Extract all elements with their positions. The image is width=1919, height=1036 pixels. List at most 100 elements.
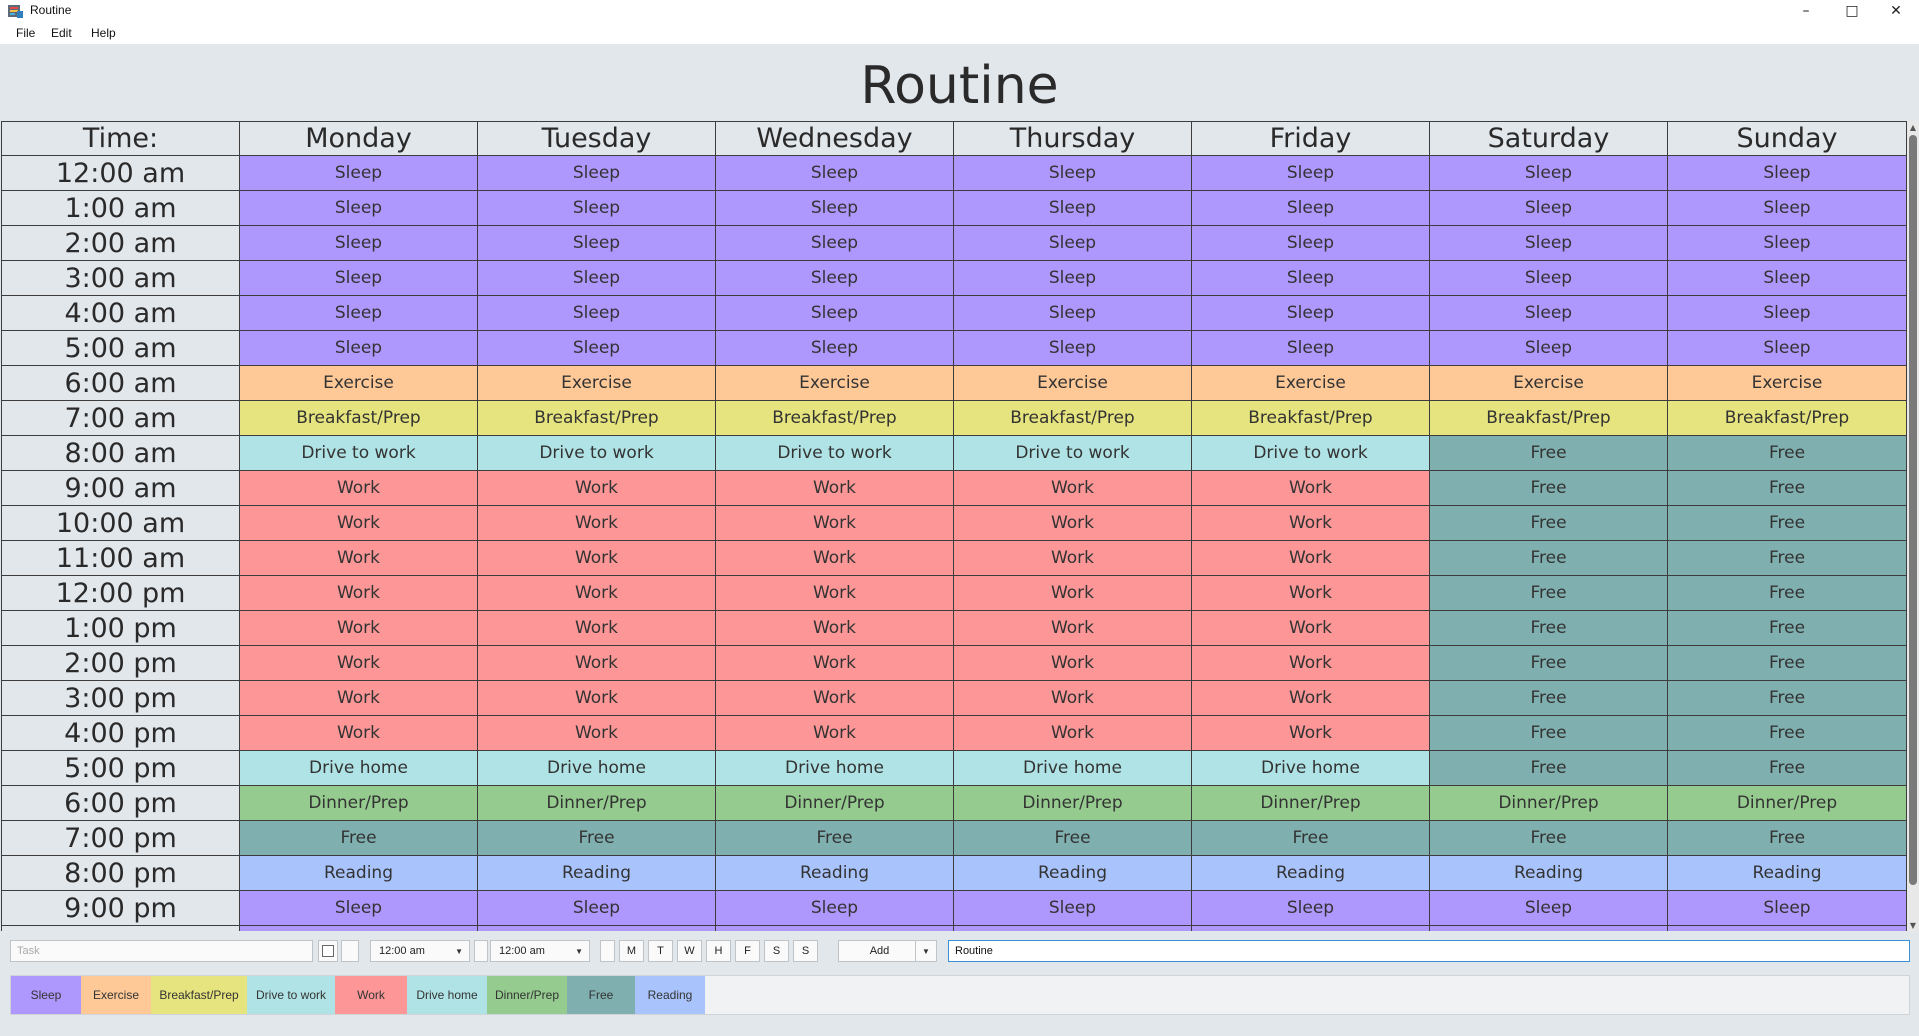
schedule-cell-partial[interactable]	[716, 926, 954, 931]
schedule-cell[interactable]: Sleep	[1430, 331, 1668, 366]
schedule-cell[interactable]: Work	[954, 576, 1192, 611]
schedule-cell[interactable]: Dinner/Prep	[1192, 786, 1430, 821]
schedule-cell[interactable]: Sleep	[716, 296, 954, 331]
schedule-cell[interactable]: Drive home	[1192, 751, 1430, 786]
schedule-cell[interactable]: Sleep	[1192, 191, 1430, 226]
schedule-cell[interactable]: Reading	[1192, 856, 1430, 891]
schedule-cell[interactable]: Exercise	[1192, 366, 1430, 401]
schedule-cell[interactable]: Work	[240, 541, 478, 576]
legend-item[interactable]: Reading	[635, 976, 705, 1014]
schedule-cell[interactable]: Free	[1430, 506, 1668, 541]
schedule-cell[interactable]: Sleep	[1668, 261, 1907, 296]
schedule-cell-partial[interactable]	[240, 926, 478, 931]
schedule-cell[interactable]: Work	[1192, 611, 1430, 646]
color-picker-button[interactable]	[341, 940, 359, 962]
schedule-cell[interactable]: Work	[1192, 541, 1430, 576]
time-separator-button[interactable]	[474, 940, 488, 962]
schedule-cell[interactable]: Sleep	[1668, 331, 1907, 366]
close-icon[interactable]: ✕	[1873, 0, 1919, 22]
schedule-cell[interactable]: Sleep	[1430, 296, 1668, 331]
schedule-cell[interactable]: Work	[716, 506, 954, 541]
schedule-cell[interactable]: Sleep	[240, 191, 478, 226]
schedule-cell[interactable]: Dinner/Prep	[1430, 786, 1668, 821]
schedule-cell[interactable]: Sleep	[1430, 226, 1668, 261]
schedule-cell[interactable]: Exercise	[1430, 366, 1668, 401]
schedule-cell[interactable]: Sleep	[240, 261, 478, 296]
schedule-cell[interactable]: Reading	[478, 856, 716, 891]
schedule-cell[interactable]: Free	[1430, 576, 1668, 611]
day-toggle-friday[interactable]: F	[735, 940, 760, 962]
schedule-cell-partial[interactable]	[478, 926, 716, 931]
schedule-cell[interactable]: Sleep	[1430, 156, 1668, 191]
schedule-cell[interactable]: Free	[1430, 611, 1668, 646]
schedule-cell[interactable]: Work	[954, 471, 1192, 506]
schedule-cell[interactable]: Sleep	[478, 226, 716, 261]
schedule-cell[interactable]: Sleep	[1668, 226, 1907, 261]
task-checkbox[interactable]	[318, 940, 338, 962]
schedule-cell[interactable]: Work	[240, 611, 478, 646]
schedule-cell[interactable]: Exercise	[716, 366, 954, 401]
schedule-cell[interactable]: Work	[1192, 716, 1430, 751]
schedule-cell[interactable]: Sleep	[954, 226, 1192, 261]
schedule-cell[interactable]: Free	[1668, 436, 1907, 471]
schedule-cell[interactable]: Free	[1668, 646, 1907, 681]
schedule-cell[interactable]: Sleep	[954, 156, 1192, 191]
schedule-cell[interactable]: Sleep	[1668, 156, 1907, 191]
schedule-cell-partial[interactable]	[1192, 926, 1430, 931]
schedule-cell[interactable]: Work	[240, 681, 478, 716]
schedule-cell[interactable]: Drive to work	[716, 436, 954, 471]
schedule-cell[interactable]: Work	[716, 716, 954, 751]
schedule-cell[interactable]: Free	[1430, 751, 1668, 786]
maximize-icon[interactable]: □	[1829, 0, 1875, 22]
schedule-cell[interactable]: Sleep	[716, 226, 954, 261]
schedule-cell[interactable]: Free	[1668, 751, 1907, 786]
schedule-cell[interactable]: Work	[240, 506, 478, 541]
schedule-cell[interactable]: Work	[716, 646, 954, 681]
task-input[interactable]	[10, 940, 313, 962]
minimize-icon[interactable]: –	[1783, 0, 1829, 22]
schedule-cell[interactable]: Sleep	[1668, 191, 1907, 226]
schedule-cell[interactable]: Sleep	[954, 191, 1192, 226]
schedule-cell[interactable]: Sleep	[1192, 156, 1430, 191]
schedule-cell[interactable]: Sleep	[954, 296, 1192, 331]
scroll-up-icon[interactable]: ▲	[1907, 121, 1919, 133]
schedule-cell[interactable]: Sleep	[716, 331, 954, 366]
schedule-cell[interactable]: Free	[1430, 646, 1668, 681]
schedule-cell[interactable]: Drive home	[954, 751, 1192, 786]
schedule-cell[interactable]: Dinner/Prep	[954, 786, 1192, 821]
schedule-cell[interactable]: Sleep	[1668, 296, 1907, 331]
schedule-cell[interactable]: Reading	[716, 856, 954, 891]
schedule-cell[interactable]: Sleep	[1192, 296, 1430, 331]
add-button[interactable]: Add	[838, 940, 921, 962]
schedule-cell[interactable]: Drive to work	[954, 436, 1192, 471]
legend-item[interactable]: Drive home	[407, 976, 487, 1014]
schedule-cell[interactable]: Work	[716, 471, 954, 506]
schedule-cell[interactable]: Sleep	[1192, 226, 1430, 261]
schedule-cell[interactable]: Sleep	[716, 261, 954, 296]
schedule-cell[interactable]: Work	[478, 506, 716, 541]
schedule-cell[interactable]: Free	[1668, 471, 1907, 506]
schedule-cell-partial[interactable]	[1668, 926, 1907, 931]
schedule-cell[interactable]: Work	[478, 646, 716, 681]
schedule-cell[interactable]: Sleep	[1430, 261, 1668, 296]
schedule-cell[interactable]: Drive home	[716, 751, 954, 786]
schedule-cell[interactable]: Breakfast/Prep	[1192, 401, 1430, 436]
schedule-cell[interactable]: Dinner/Prep	[478, 786, 716, 821]
legend-item[interactable]: Free	[567, 976, 635, 1014]
schedule-cell[interactable]: Sleep	[1668, 891, 1907, 926]
schedule-cell[interactable]: Free	[1430, 541, 1668, 576]
vertical-scrollbar[interactable]: ▲ ▼	[1907, 121, 1919, 931]
schedule-cell[interactable]: Free	[1430, 716, 1668, 751]
routine-name-input[interactable]	[948, 940, 1910, 962]
schedule-cell[interactable]: Sleep	[240, 156, 478, 191]
schedule-cell[interactable]: Dinner/Prep	[240, 786, 478, 821]
legend-item[interactable]: Breakfast/Prep	[151, 976, 247, 1014]
schedule-cell[interactable]: Free	[1668, 506, 1907, 541]
schedule-cell[interactable]: Reading	[240, 856, 478, 891]
schedule-cell[interactable]: Exercise	[1668, 366, 1907, 401]
schedule-cell[interactable]: Work	[954, 506, 1192, 541]
schedule-cell[interactable]: Free	[1430, 436, 1668, 471]
task-text-field[interactable]	[17, 945, 312, 957]
schedule-cell[interactable]: Drive home	[240, 751, 478, 786]
day-toggle-wednesday[interactable]: W	[677, 940, 702, 962]
